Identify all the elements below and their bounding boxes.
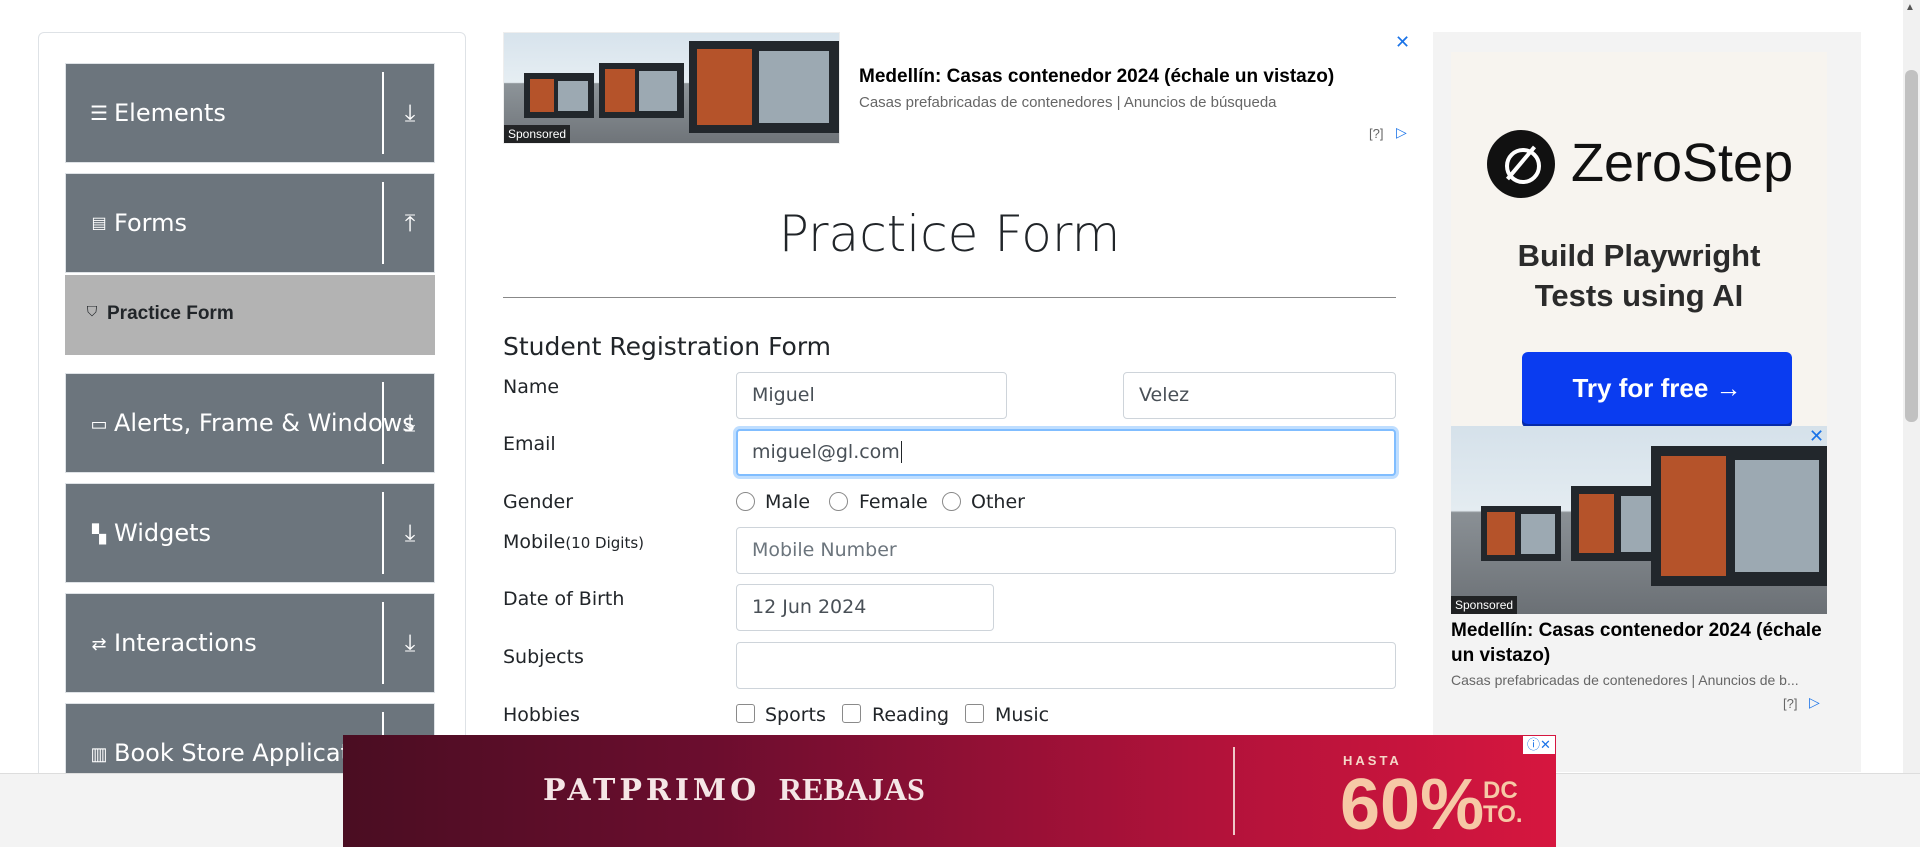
first-name-input[interactable]: Miguel bbox=[736, 372, 1007, 419]
hobby-checkbox-music[interactable] bbox=[965, 704, 984, 723]
download-arrow-icon[interactable]: ⤓ bbox=[392, 404, 428, 444]
name-label: Name bbox=[503, 376, 560, 398]
last-name-input[interactable]: Velez bbox=[1123, 372, 1396, 419]
mobile-label: Mobile(10 Digits) bbox=[503, 531, 644, 553]
gender-option-label[interactable]: Other bbox=[971, 491, 1025, 513]
html5-icon: ⛉ bbox=[86, 303, 98, 319]
sponsored-tag: Sponsored bbox=[504, 125, 571, 143]
zerostep-brand: ZeroStep bbox=[1571, 133, 1794, 193]
close-icon[interactable]: ⓘ✕ bbox=[1523, 736, 1555, 754]
ad-info-link[interactable]: [?] bbox=[1783, 696, 1797, 711]
ad-info-link[interactable]: [?] bbox=[1369, 126, 1383, 141]
hamburger-icon: ☰ bbox=[90, 103, 108, 125]
interactions-icon: ⇄ bbox=[91, 634, 107, 654]
download-arrow-icon[interactable]: ⤓ bbox=[392, 624, 428, 664]
zerostep-tagline: Build Playwright bbox=[1517, 238, 1761, 273]
scroll-up-icon[interactable]: ▲ bbox=[1905, 2, 1915, 13]
sidebar: ☰ Elements ⤓ ▤ Forms ⤒ ⛉ Practice Form ▭… bbox=[38, 32, 466, 792]
banner-dcto-line: TO. bbox=[1483, 801, 1523, 828]
adchoices-icon[interactable]: ▷ bbox=[1809, 694, 1820, 711]
sidebar-group-label: Widgets bbox=[114, 519, 212, 547]
sidebar-item-label: Practice Form bbox=[107, 303, 234, 324]
gender-radio-male[interactable] bbox=[736, 492, 755, 511]
hobby-checkbox-reading[interactable] bbox=[842, 704, 861, 723]
divider bbox=[503, 297, 1396, 298]
books-icon: ▥ bbox=[90, 744, 108, 764]
hobby-checkbox-sports[interactable] bbox=[736, 704, 755, 723]
scrollbar-thumb[interactable] bbox=[1905, 70, 1918, 422]
widgets-icon: ▚ bbox=[92, 524, 106, 544]
upload-arrow-icon[interactable]: ⤒ bbox=[392, 204, 428, 244]
page: ☰ Elements ⤓ ▤ Forms ⤒ ⛉ Practice Form ▭… bbox=[0, 0, 1920, 847]
document-icon: ▤ bbox=[91, 215, 107, 232]
download-arrow-icon[interactable]: ⤓ bbox=[392, 94, 428, 134]
mobile-label-text: Mobile bbox=[503, 531, 566, 553]
top-ad[interactable]: Sponsored Medellín: Casas contenedor 202… bbox=[503, 32, 1413, 146]
adchoices-icon[interactable]: ▷ bbox=[1396, 124, 1407, 141]
email-input[interactable]: miguel@gl.com bbox=[736, 429, 1396, 476]
banner-dcto: DC TO. bbox=[1483, 779, 1523, 827]
sidebar-group-label: Alerts, Frame & Windows bbox=[114, 409, 415, 437]
bottom-banner-ad[interactable]: PATPRIMO REBAJAS HASTA 60% DC TO. ⓘ✕ bbox=[343, 735, 1556, 847]
sidebar-group-label: Forms bbox=[114, 209, 187, 237]
subjects-label: Subjects bbox=[503, 646, 584, 668]
divider bbox=[1233, 747, 1235, 835]
zerostep-tagline: Tests using AI bbox=[1534, 278, 1744, 313]
try-for-free-button[interactable]: Try for free → bbox=[1522, 352, 1792, 424]
sidebar-group-forms[interactable]: ▤ Forms ⤒ bbox=[65, 173, 435, 273]
gender-label: Gender bbox=[503, 491, 574, 513]
page-title: Practice Form bbox=[778, 205, 1121, 263]
dob-label: Date of Birth bbox=[503, 588, 625, 610]
sidebar-group-label: Interactions bbox=[114, 629, 257, 657]
sidebar-group-elements[interactable]: ☰ Elements ⤓ bbox=[65, 63, 435, 163]
sidebar-item-practice-form[interactable]: ⛉ Practice Form bbox=[65, 275, 435, 355]
banner-brand: PATPRIMO bbox=[543, 773, 761, 808]
hobby-option-label[interactable]: Music bbox=[995, 704, 1049, 726]
ad-headline[interactable]: Medellín: Casas contenedor 2024 (échale … bbox=[1451, 618, 1827, 668]
subjects-input[interactable] bbox=[736, 642, 1396, 689]
banner-percent: 60% bbox=[1340, 765, 1485, 845]
email-label: Email bbox=[503, 433, 556, 455]
gender-radio-other[interactable] bbox=[942, 492, 961, 511]
divider bbox=[382, 182, 384, 264]
hobby-option-label[interactable]: Sports bbox=[765, 704, 826, 726]
email-value: miguel@gl.com bbox=[752, 441, 900, 463]
ad-description: Casas prefabricadas de contenedores | An… bbox=[859, 94, 1277, 111]
sidebar-group-alerts[interactable]: ▭ Alerts, Frame & Windows ⤓ bbox=[65, 373, 435, 473]
divider bbox=[382, 492, 384, 574]
mobile-hint: (10 Digits) bbox=[565, 534, 644, 552]
mobile-input[interactable]: Mobile Number bbox=[736, 527, 1396, 574]
ad-headline[interactable]: Medellín: Casas contenedor 2024 (échale … bbox=[859, 66, 1334, 88]
window-icon: ▭ bbox=[90, 414, 108, 434]
divider bbox=[382, 382, 384, 464]
ad-image[interactable]: Sponsored bbox=[503, 32, 840, 144]
gender-option-label[interactable]: Male bbox=[765, 491, 810, 513]
chevron-down-icon: ⌄ bbox=[935, 712, 947, 728]
zerostep-ad[interactable]: ZeroStep Build Playwright Tests using AI… bbox=[1451, 52, 1827, 430]
close-icon[interactable]: ✕ bbox=[1395, 32, 1410, 53]
sidebar-group-interactions[interactable]: ⇄ Interactions ⤓ bbox=[65, 593, 435, 693]
gender-option-label[interactable]: Female bbox=[859, 491, 928, 513]
ad-image[interactable]: Sponsored bbox=[1451, 426, 1827, 614]
divider bbox=[382, 72, 384, 154]
download-arrow-icon[interactable]: ⤓ bbox=[392, 514, 428, 554]
zerostep-logo-icon bbox=[1487, 130, 1555, 198]
sidebar-group-label: Elements bbox=[114, 99, 226, 127]
divider bbox=[382, 602, 384, 684]
date-of-birth-input[interactable]: 12 Jun 2024 bbox=[736, 584, 994, 631]
form-title: Student Registration Form bbox=[503, 332, 832, 361]
sidebar-group-widgets[interactable]: ▚ Widgets ⤓ bbox=[65, 483, 435, 583]
right-ad[interactable]: ZeroStep Build Playwright Tests using AI… bbox=[1433, 32, 1861, 772]
close-icon[interactable]: ✕ bbox=[1809, 426, 1824, 447]
ad-description: Casas prefabricadas de contenedores | An… bbox=[1451, 672, 1799, 688]
gender-radio-female[interactable] bbox=[829, 492, 848, 511]
banner-dcto-line: DC bbox=[1483, 777, 1518, 804]
hobbies-label: Hobbies bbox=[503, 704, 580, 726]
banner-sale: REBAJAS bbox=[779, 771, 925, 807]
sponsored-tag: Sponsored bbox=[1451, 596, 1518, 614]
